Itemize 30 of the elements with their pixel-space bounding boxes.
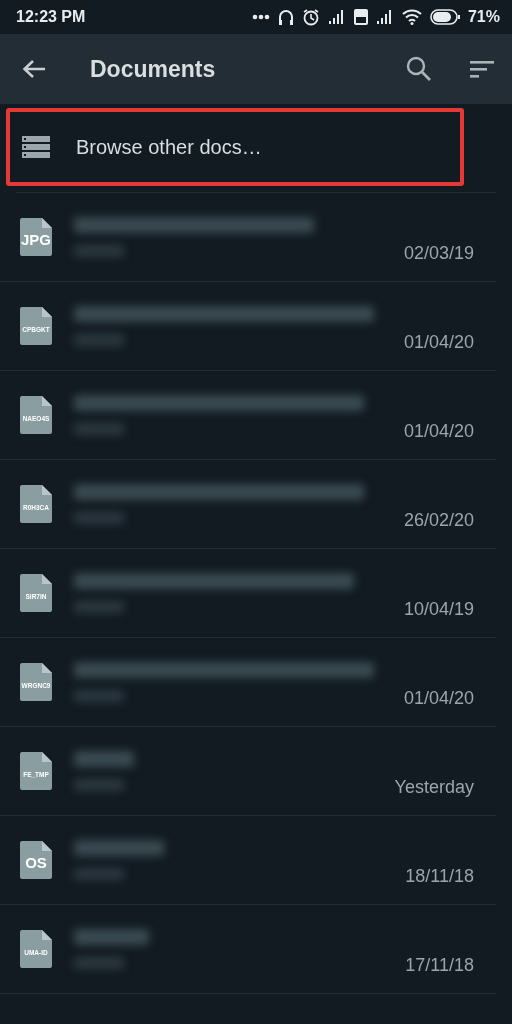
file-date: 01/04/20 <box>403 330 474 354</box>
back-arrow-icon[interactable] <box>22 59 46 79</box>
blurred-filename <box>74 751 134 767</box>
signal-icon <box>327 9 346 25</box>
screen-title: Documents <box>90 54 216 84</box>
signal-icon <box>375 9 394 25</box>
headphones-icon <box>277 8 294 26</box>
more-dots-icon <box>251 14 270 20</box>
battery-percentage: 71% <box>467 7 500 27</box>
file-date: Yesterday <box>394 775 474 799</box>
file-date: 10/04/19 <box>403 597 474 621</box>
file-date: 26/02/20 <box>403 508 474 532</box>
search-icon[interactable] <box>406 56 432 82</box>
file-row[interactable]: JPG 02/03/19 <box>0 193 496 282</box>
file-date: 01/04/20 <box>403 419 474 443</box>
battery-icon <box>429 9 460 25</box>
volte-icon <box>353 9 368 25</box>
storage-icon <box>22 136 50 158</box>
sort-icon[interactable] <box>470 60 494 78</box>
wifi-icon <box>401 9 422 25</box>
file-row[interactable]: OS 18/11/18 <box>0 816 496 905</box>
file-date: 17/11/18 <box>405 953 474 977</box>
file-date: 01/04/20 <box>403 686 474 710</box>
file-date: 02/03/19 <box>403 241 474 265</box>
file-icon: OS <box>20 841 52 879</box>
browse-docs-row[interactable]: Browse other docs… <box>6 108 464 186</box>
file-icon: JPG <box>20 218 52 256</box>
status-time: 12:23 PM <box>16 7 86 27</box>
file-date: 18/11/18 <box>405 864 474 888</box>
alarm-icon <box>301 8 320 26</box>
